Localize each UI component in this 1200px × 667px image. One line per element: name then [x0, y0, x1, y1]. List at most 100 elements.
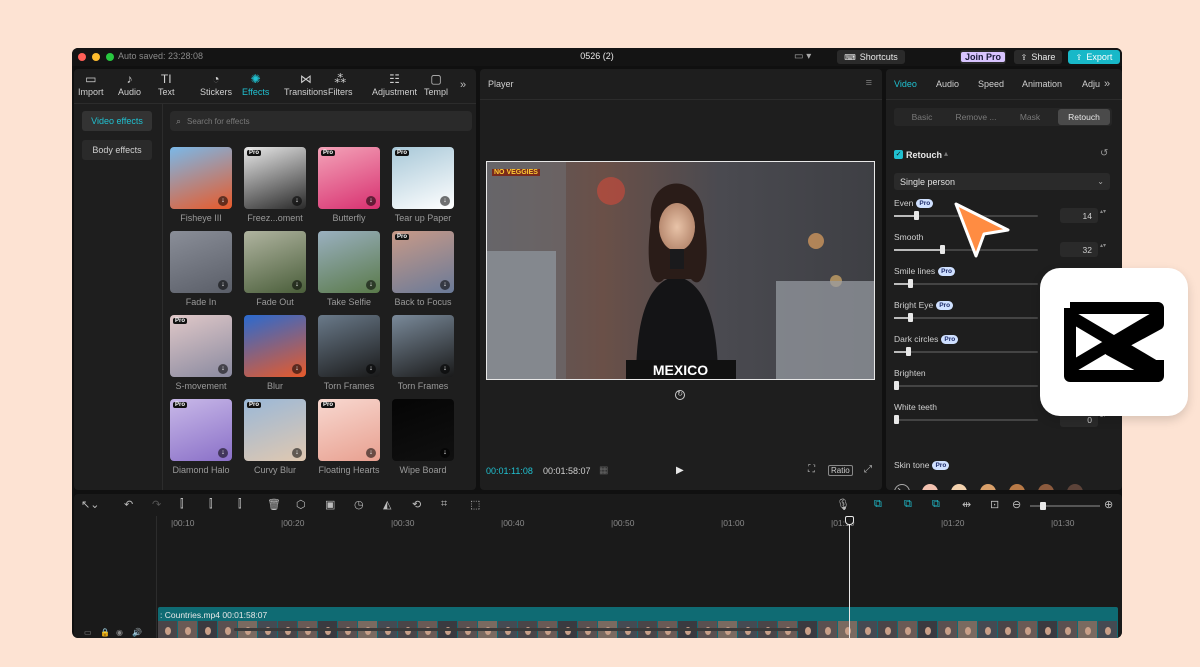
track-cover-icon[interactable]: ▭ [84, 628, 92, 637]
inspector-tab-video[interactable]: Video [894, 79, 917, 89]
skin-tone-swatch[interactable] [980, 484, 996, 490]
split-icon[interactable]: ⫿ [180, 498, 184, 511]
mask-icon[interactable]: ⬡ [296, 498, 306, 511]
skin-tone-swatch[interactable] [922, 484, 938, 490]
effect-thumbnail[interactable]: ↓ [244, 315, 306, 377]
stepper-icon[interactable]: ▴▾ [1100, 209, 1106, 215]
download-icon[interactable]: ↓ [366, 196, 376, 206]
tab-templ[interactable]: ▢ Templ [424, 71, 448, 97]
skin-tone-swatch[interactable] [1067, 484, 1083, 490]
download-icon[interactable]: ↓ [292, 280, 302, 290]
split-left-icon[interactable]: ⫿ [209, 498, 213, 511]
horizontal-scrollbar[interactable] [234, 628, 799, 631]
playhead[interactable] [849, 518, 850, 638]
effect-thumbnail[interactable]: ↓ [318, 315, 380, 377]
slider-track[interactable] [894, 419, 1038, 421]
slider-track[interactable] [894, 385, 1038, 387]
download-icon[interactable]: ↓ [366, 280, 376, 290]
more-tabs-icon[interactable]: » [1104, 78, 1110, 90]
search-input[interactable]: ⌕ Search for effects [170, 111, 472, 131]
download-icon[interactable]: ↓ [440, 196, 450, 206]
split-right-icon[interactable]: ⫿ [238, 498, 242, 511]
download-icon[interactable]: ↓ [440, 280, 450, 290]
slider-knob[interactable] [894, 381, 899, 390]
share-button[interactable]: ⇪ Share [1014, 50, 1062, 64]
slider-knob[interactable] [940, 245, 946, 254]
effect-thumbnail[interactable]: ↓ [392, 315, 454, 377]
slider-knob[interactable] [914, 211, 920, 220]
join-pro-button[interactable]: Join Pro [960, 50, 1006, 64]
playhead-handle[interactable] [845, 516, 854, 525]
download-icon[interactable]: ↓ [218, 448, 228, 458]
tab-effects[interactable]: ✺ Effects [242, 71, 269, 97]
effect-thumbnail[interactable]: ↓ [170, 231, 232, 293]
video-clip[interactable]: : Countries.mp4 00:01:58:07 [158, 607, 1118, 638]
download-icon[interactable]: ↓ [218, 364, 228, 374]
export-button[interactable]: ⇪ Export [1068, 50, 1120, 64]
zoom-in-icon[interactable]: ⊕ [1104, 498, 1113, 511]
slider-knob[interactable] [908, 313, 914, 322]
effect-thumbnail[interactable]: ↓ [170, 147, 232, 209]
download-icon[interactable]: ↓ [292, 364, 302, 374]
video-effects-button[interactable]: Video effects [82, 111, 152, 131]
effect-thumbnail[interactable]: ↓ [244, 231, 306, 293]
effect-thumbnail[interactable]: Pro ↓ [318, 147, 380, 209]
download-icon[interactable]: ↓ [292, 448, 302, 458]
skin-tone-swatch[interactable] [1038, 484, 1054, 490]
effect-thumbnail[interactable]: ↓ [392, 399, 454, 461]
rotate-icon[interactable]: ⟲ [412, 498, 421, 511]
auto-snap-icon[interactable]: ⧉ [904, 498, 912, 511]
inspector-tab-animation[interactable]: Animation [1022, 79, 1062, 89]
download-icon[interactable]: ↓ [440, 448, 450, 458]
body-effects-button[interactable]: Body effects [82, 140, 152, 160]
zoom-slider-knob[interactable] [1040, 502, 1046, 510]
inspector-tab-audio[interactable]: Audio [936, 79, 959, 89]
more-tabs-icon[interactable]: » [460, 79, 466, 91]
download-icon[interactable]: ↓ [440, 364, 450, 374]
auto-reframe-icon[interactable]: ⬚ [470, 498, 480, 511]
inspector-tab-adju[interactable]: Adju [1082, 79, 1100, 89]
inspector-tab-speed[interactable]: Speed [978, 79, 1004, 89]
fullscreen-fit-icon[interactable]: ⛶ [808, 464, 815, 475]
timecode-grid-icon[interactable]: ▦ [599, 465, 608, 476]
layout-icon[interactable]: ▭ ▾ [794, 51, 811, 62]
slider-track[interactable] [894, 351, 1038, 353]
mirror-icon[interactable]: ◭ [383, 498, 391, 511]
tab-stickers[interactable]: ◔ Stickers [200, 71, 232, 97]
subtab[interactable]: Basic [896, 109, 948, 125]
select-tool-icon[interactable]: ↖⌄ [81, 498, 99, 511]
skin-tone-swatch[interactable] [1009, 484, 1025, 490]
expand-icon[interactable]: ⤢ [864, 464, 872, 475]
effect-thumbnail[interactable]: Pro ↓ [318, 399, 380, 461]
tab-text[interactable]: TI Text [158, 71, 175, 97]
effect-thumbnail[interactable]: ↓ [318, 231, 380, 293]
slider-knob[interactable] [905, 347, 911, 356]
microphone-icon[interactable]: 🎙 [836, 498, 850, 511]
face-mode-select[interactable]: Single person ⌄ [894, 173, 1110, 190]
redo-icon[interactable]: ↷ [152, 498, 161, 511]
tab-import[interactable]: ▭ Import [78, 71, 104, 97]
shortcuts-button[interactable]: ⌨ Shortcuts [837, 50, 905, 64]
slider-value-input[interactable]: 14 [1060, 208, 1098, 223]
undo-icon[interactable]: ↶ [124, 498, 133, 511]
player-menu-icon[interactable]: ≡ [866, 77, 872, 89]
download-icon[interactable]: ↓ [292, 196, 302, 206]
stepper-icon[interactable]: ▴▾ [1100, 243, 1106, 249]
subtab[interactable]: Remove ... [950, 109, 1002, 125]
preview-axis-icon[interactable]: ⇹ [962, 498, 971, 511]
tab-adjustment[interactable]: ☷ Adjustment [372, 71, 417, 97]
tab-audio[interactable]: ♪ Audio [118, 71, 141, 97]
download-icon[interactable]: ↓ [366, 448, 376, 458]
tab-transitions[interactable]: ⋈ Transitions [284, 71, 328, 97]
ratio-button[interactable]: Ratio [828, 465, 853, 476]
play-circle-icon[interactable]: ◷ [354, 498, 364, 511]
tab-filters[interactable]: ⁂ Filters [328, 71, 353, 97]
linkage-icon[interactable]: ⧉ [932, 498, 940, 511]
effect-thumbnail[interactable]: Pro ↓ [170, 315, 232, 377]
zoom-out-icon[interactable]: ⊖ [1012, 498, 1021, 511]
slider-track[interactable] [894, 283, 1038, 285]
crop-frame-icon[interactable]: ▣ [325, 498, 335, 511]
skin-tone-swatch[interactable] [951, 484, 967, 490]
slider-knob[interactable] [908, 279, 914, 288]
main-track-magnet-icon[interactable]: ⧉ [874, 498, 882, 511]
